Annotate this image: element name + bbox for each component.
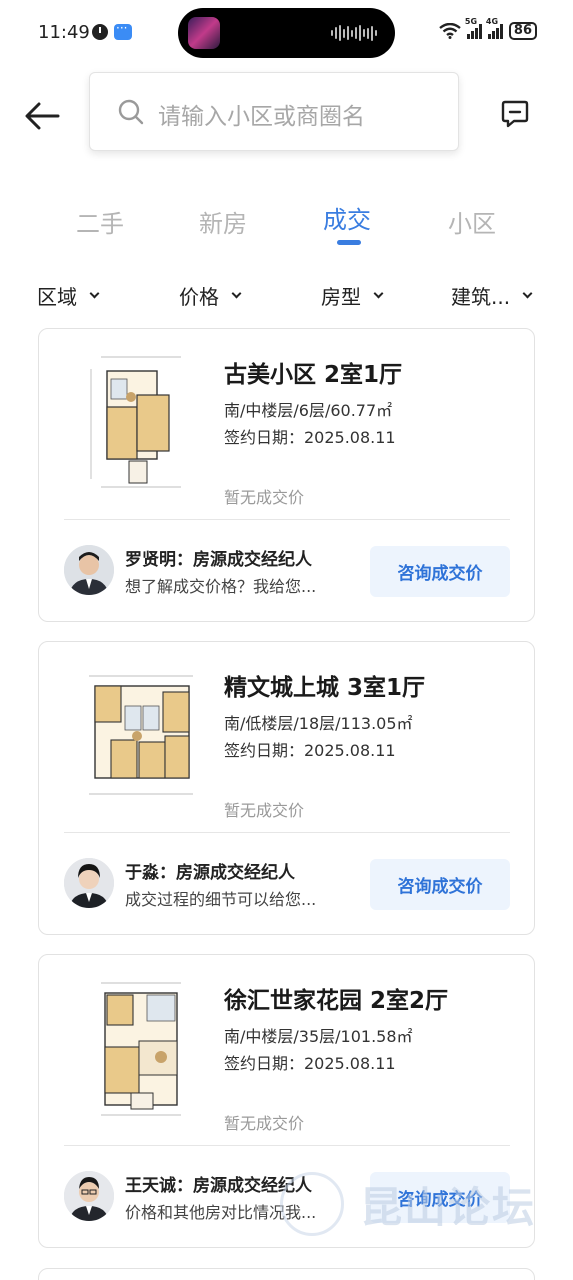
tab-secondhand[interactable]: 二手	[76, 204, 124, 239]
status-time: 11:49	[38, 22, 90, 43]
listing-card[interactable]: 精文城上城 3室1厅 南/低楼层/18层/113.05㎡ 签约日期：2025.0…	[38, 641, 535, 935]
listing-price: 暂无成交价	[224, 1114, 305, 1133]
floor-plan-image	[101, 982, 181, 1116]
tab-deals[interactable]: 成交	[323, 200, 371, 235]
search-icon	[118, 99, 144, 125]
agent-message: 想了解成交价格？我给您...	[125, 577, 317, 596]
listing-date: 签约日期：2025.08.11	[224, 1054, 396, 1073]
agent-name: 罗贤明：房源成交经纪人	[125, 550, 312, 570]
filter-building-label: 建筑...	[451, 285, 511, 309]
filter-area-label: 区域	[37, 285, 77, 309]
listing-info: 南/低楼层/18层/113.05㎡	[224, 714, 413, 733]
agent-avatar[interactable]	[64, 545, 114, 595]
consult-price-button[interactable]: 咨询成交价	[370, 859, 510, 910]
message-icon[interactable]	[500, 99, 530, 129]
watermark-logo-icon	[280, 1172, 344, 1236]
listing-date: 签约日期：2025.08.11	[224, 741, 396, 760]
listing-card[interactable]: 古美小区 2室1厅 南/中楼层/6层/60.77㎡ 签约日期：2025.08.1…	[38, 328, 535, 622]
chevron-down-icon	[231, 288, 242, 299]
system-icons: 5G 4G 86	[439, 17, 537, 40]
filter-price[interactable]: 价格	[179, 281, 242, 310]
dynamic-island[interactable]	[178, 8, 395, 58]
search-placeholder: 请输入小区或商圈名	[158, 104, 365, 130]
category-tabs: 二手 新房 成交 小区	[0, 196, 573, 256]
divider	[64, 832, 510, 833]
listing-title[interactable]: 徐汇世家花园 2室2厅	[224, 981, 448, 1015]
filter-layout[interactable]: 房型	[321, 281, 384, 310]
signal-5g-icon: 5G	[465, 17, 482, 39]
listing-info: 南/中楼层/35层/101.58㎡	[224, 1027, 413, 1046]
listing-date: 签约日期：2025.08.11	[224, 428, 396, 447]
filter-layout-label: 房型	[321, 285, 361, 309]
media-thumbnail	[188, 17, 220, 49]
agent-name: 于淼：房源成交经纪人	[125, 863, 295, 883]
divider	[64, 1145, 510, 1146]
floor-plan-image	[89, 675, 193, 795]
listing-card-partial[interactable]	[38, 1268, 535, 1280]
listing-price: 暂无成交价	[224, 801, 305, 820]
agent-avatar[interactable]	[64, 858, 114, 908]
signal-4g-icon: 4G	[486, 17, 503, 39]
agent-message: 成交过程的细节可以给您...	[125, 890, 317, 909]
listing-price: 暂无成交价	[224, 488, 305, 507]
active-tab-indicator	[337, 240, 361, 245]
listing-title[interactable]: 精文城上城 3室1厅	[224, 668, 425, 702]
audio-wave-icon	[331, 24, 377, 42]
consult-price-button[interactable]: 咨询成交价	[370, 546, 510, 597]
message-notification-icon	[114, 21, 132, 40]
filter-price-label: 价格	[179, 285, 219, 309]
filter-area[interactable]: 区域	[37, 281, 100, 310]
back-arrow-icon[interactable]	[22, 96, 62, 136]
agent-avatar[interactable]	[64, 1171, 114, 1221]
forum-watermark: 昆山论坛	[280, 1166, 565, 1242]
divider	[64, 519, 510, 520]
battery-icon: 86	[508, 22, 537, 40]
floor-plan-image	[90, 356, 181, 488]
chevron-down-icon	[89, 288, 100, 299]
search-input[interactable]: 请输入小区或商圈名	[89, 72, 459, 151]
alarm-icon	[92, 24, 108, 40]
listing-info: 南/中楼层/6层/60.77㎡	[224, 401, 393, 420]
filter-building[interactable]: 建筑...	[451, 281, 533, 310]
wifi-icon	[439, 23, 461, 39]
chevron-down-icon	[373, 288, 384, 299]
status-bar: 11:49 5G 4G 86	[0, 0, 573, 62]
chevron-down-icon	[522, 288, 533, 299]
watermark-text: 昆山论坛	[360, 1183, 537, 1232]
tab-new-house[interactable]: 新房	[199, 204, 247, 239]
tab-community[interactable]: 小区	[448, 204, 496, 239]
listing-title[interactable]: 古美小区 2室1厅	[224, 355, 402, 389]
